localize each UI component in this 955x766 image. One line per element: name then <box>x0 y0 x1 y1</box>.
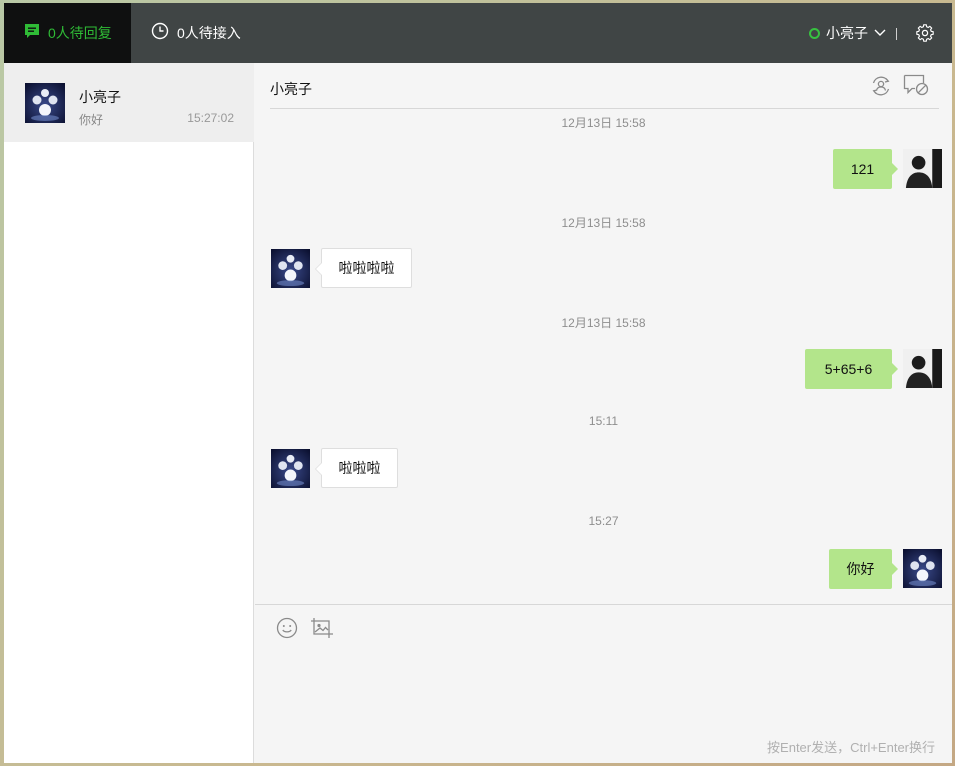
incoming-message: 啦啦啦 <box>315 448 398 488</box>
image-icon[interactable] <box>310 617 334 644</box>
clock-icon <box>151 22 169 45</box>
message-timestamp: 12月13日 15:58 <box>561 216 646 230</box>
end-chat-icon[interactable] <box>903 74 929 101</box>
app-window: 0人待回复 0人待接入 小亮子 小亮子 你好 15:27:02 小亮子 12月1… <box>4 3 952 763</box>
outgoing-message: 5+65+6 <box>805 349 898 389</box>
message-timestamp: 15:11 <box>588 414 619 428</box>
tab-pending-reply[interactable]: 0人待回复 <box>4 3 131 63</box>
conversation-name: 小亮子 <box>79 89 121 105</box>
tab-pending-queue[interactable]: 0人待接入 <box>131 3 241 63</box>
message-timestamp: 15:27 <box>588 514 619 528</box>
message-timestamp: 12月13日 15:58 <box>561 316 646 330</box>
avatar <box>903 149 942 188</box>
avatar <box>271 449 310 488</box>
avatar <box>903 349 942 388</box>
gear-icon[interactable] <box>916 24 934 47</box>
message-input[interactable] <box>273 649 933 729</box>
conversation-time: 15:27:02 <box>187 111 234 125</box>
incoming-message: 啦啦啦啦 <box>315 248 412 288</box>
message-timestamp: 12月13日 15:58 <box>561 116 646 130</box>
tab-pending-reply-label: 0人待回复 <box>48 25 112 41</box>
chat-bubble-icon <box>24 23 40 44</box>
outgoing-message: 121 <box>833 149 898 189</box>
conversation-sidebar: 小亮子 你好 15:27:02 <box>4 63 254 763</box>
avatar <box>25 83 65 123</box>
user-status-menu[interactable]: 小亮子 <box>809 3 886 63</box>
avatar <box>271 249 310 288</box>
outgoing-message: 你好 <box>829 549 898 589</box>
send-hint: 按Enter发送，Ctrl+Enter换行 <box>767 740 935 755</box>
chat-header: 小亮子 <box>270 63 939 109</box>
message-composer: 按Enter发送，Ctrl+Enter换行 <box>255 604 952 763</box>
emoji-icon[interactable] <box>276 617 298 644</box>
topbar-divider <box>896 28 897 40</box>
agent-name: 小亮子 <box>826 25 868 41</box>
online-status-icon <box>809 27 820 39</box>
transfer-user-icon[interactable] <box>870 75 892 102</box>
chevron-down-icon <box>874 29 886 37</box>
conversation-item[interactable]: 小亮子 你好 15:27:02 <box>4 63 254 142</box>
conversation-preview: 你好 <box>79 113 104 127</box>
top-bar: 0人待回复 0人待接入 小亮子 <box>4 3 952 63</box>
avatar <box>903 549 942 588</box>
message-list: 12月13日 15:58 121 12月13日 15:58 啦啦啦啦 12月13… <box>255 109 952 604</box>
chat-title: 小亮子 <box>270 81 312 97</box>
tab-pending-queue-label: 0人待接入 <box>177 25 241 41</box>
